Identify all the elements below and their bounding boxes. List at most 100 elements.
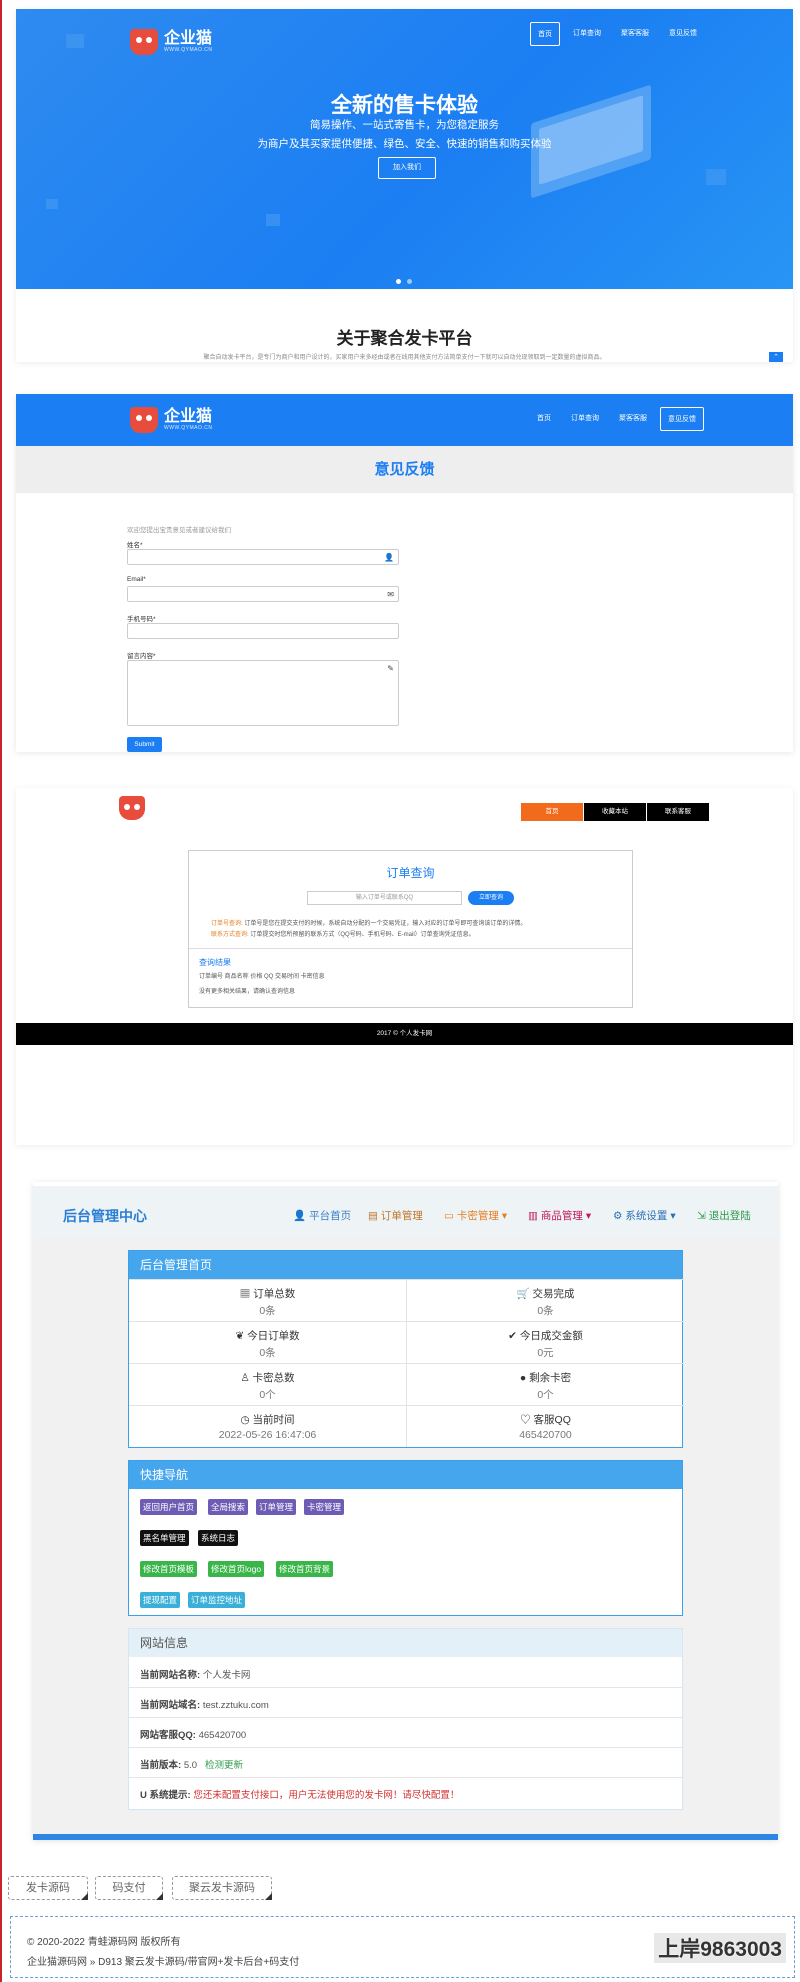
- magnet-icon: U: [140, 1790, 147, 1801]
- stat-value: 465420700: [519, 1429, 572, 1441]
- copyright-text: © 2020-2022 青蛙源码网 版权所有: [27, 1937, 181, 1948]
- message-textarea[interactable]: ✎: [127, 660, 399, 726]
- card-manage-button[interactable]: 卡密管理: [304, 1499, 345, 1515]
- name-field[interactable]: 👤: [127, 549, 399, 565]
- carousel-dots: [396, 279, 412, 284]
- nav-card-manage[interactable]: ▭ 卡密管理 ▾: [444, 1208, 507, 1223]
- global-search-button[interactable]: 全局搜索: [208, 1499, 249, 1515]
- info-label: 网站客服QQ:: [140, 1730, 196, 1741]
- blacklist-manage-button[interactable]: 黑名单管理: [140, 1530, 189, 1546]
- nav-label: 订单管理: [380, 1210, 423, 1222]
- nav-platform-home[interactable]: 👤 平台首页: [293, 1208, 351, 1223]
- nav-label: 商品管理: [540, 1210, 583, 1222]
- nav-system-settings[interactable]: ⚙ 系统设置 ▾: [613, 1208, 676, 1223]
- stat-service-qq: ♡ 客服QQ 465420700: [407, 1405, 684, 1447]
- email-field[interactable]: ✉: [127, 586, 399, 602]
- feedback-header: 企业猫 WWW.QYMAO.CN 首页 订单查询 聚客客服 意见反馈: [16, 394, 793, 446]
- check-update-link[interactable]: 检测更新: [205, 1760, 243, 1771]
- info-label: 当前网站名称:: [140, 1670, 201, 1681]
- note-label: 订单号查询:: [211, 921, 243, 927]
- back-to-user-home-button[interactable]: 返回用户首页: [140, 1499, 198, 1515]
- carousel-dot[interactable]: [396, 279, 401, 284]
- edit-home-background-button[interactable]: 修改首页背景: [276, 1561, 334, 1577]
- page-title: 意见反馈: [374, 461, 435, 478]
- result-columns: 订单编号 商品名称 价格 QQ 交易时间 卡密信息: [199, 974, 325, 980]
- order-monitor-url-button[interactable]: 订单监控地址: [188, 1592, 246, 1608]
- nav-label: 平台首页: [309, 1210, 352, 1222]
- query-button[interactable]: 立即查询: [468, 891, 514, 905]
- site-info-panel: 网站信息 当前网站名称: 个人发卡网 当前网站域名: test.zztuku.c…: [128, 1628, 683, 1810]
- nav-feedback[interactable]: 意见反馈: [662, 22, 704, 46]
- stat-label: 客服QQ: [533, 1414, 571, 1426]
- edit-home-logo-button[interactable]: 修改首页logo: [208, 1561, 265, 1577]
- withdraw-config-button[interactable]: 提现配置: [140, 1592, 181, 1608]
- credit-card-icon: ▭: [444, 1210, 454, 1222]
- heart-icon: ♡: [520, 1414, 531, 1426]
- envelope-icon: ✉: [387, 590, 394, 599]
- cat-logo-icon: [130, 407, 158, 433]
- caret-down-icon: ▾: [667, 1210, 676, 1222]
- stat-label: 订单总数: [253, 1288, 296, 1300]
- note-text: 订单提交时您所预留的联系方式（QQ号码、手机号码、E-mail）订单查询凭证信息…: [250, 932, 475, 938]
- clock-icon: ◷: [240, 1414, 250, 1426]
- order-query-page-card: 首页 收藏本站 联系客服 订单查询 输入订单号或联系QQ 立即查询 订单号查询:…: [16, 788, 793, 1145]
- list-icon: ▤: [368, 1210, 378, 1222]
- check-icon: ✔: [508, 1330, 517, 1342]
- qq-row: 网站客服QQ: 465420700: [140, 1727, 246, 1741]
- feedback-page-card: 企业猫 WWW.QYMAO.CN 首页 订单查询 聚客客服 意见反馈 意见反馈 …: [16, 394, 793, 752]
- order-manage-button[interactable]: 订单管理: [256, 1499, 297, 1515]
- about-text: 聚合自动发卡平台，是专门为商户和用户设计的，买家用户来多经由或者在线用其他支付方…: [203, 355, 606, 361]
- site-logo[interactable]: 企业猫 WWW.QYMAO.CN: [130, 29, 213, 55]
- divider: [189, 948, 632, 949]
- join-us-button[interactable]: 加入我们: [378, 157, 436, 179]
- nav-feedback[interactable]: 意见反馈: [660, 407, 704, 431]
- footer-box: © 2020-2022 青蛙源码网 版权所有 企业猫源码网 » D913 聚云发…: [10, 1916, 795, 1978]
- person-icon: ♙: [240, 1372, 250, 1384]
- order-search-input[interactable]: 输入订单号或联系QQ: [307, 891, 462, 905]
- bookmark-button[interactable]: 收藏本站: [584, 803, 646, 821]
- admin-brand[interactable]: 后台管理中心: [63, 1206, 147, 1226]
- nav-home[interactable]: 首页: [530, 407, 558, 431]
- cat-logo-icon[interactable]: [119, 796, 145, 820]
- nav-order-manage[interactable]: ▤ 订单管理: [368, 1208, 423, 1223]
- nav-order-query[interactable]: 订单查询: [564, 407, 606, 431]
- grid-icon: ▦: [239, 1288, 251, 1300]
- nav-order-query[interactable]: 订单查询: [566, 22, 608, 46]
- nav-label: 系统设置: [625, 1210, 668, 1222]
- nav-service[interactable]: 聚客客服: [614, 22, 656, 46]
- submit-button[interactable]: Submit: [127, 737, 162, 752]
- info-label: 当前网站域名:: [140, 1700, 201, 1711]
- order-query-title: 订单查询: [386, 866, 435, 880]
- nav-home[interactable]: 首页: [530, 22, 560, 46]
- contact-service-button[interactable]: 联系客服: [647, 803, 709, 821]
- tag-card-source[interactable]: 发卡源码: [8, 1876, 88, 1900]
- carousel-dot[interactable]: [407, 279, 412, 284]
- divider: [129, 1747, 682, 1748]
- divider: [129, 1777, 682, 1778]
- tag-juyun-source[interactable]: 聚云发卡源码: [172, 1876, 272, 1900]
- phone-field[interactable]: [127, 623, 399, 639]
- hero-banner: 企业猫 WWW.QYMAO.CN 首页 订单查询 聚客客服 意见反馈 全新的售卡…: [16, 9, 793, 289]
- decor-cube: [46, 199, 58, 209]
- decor-cube: [266, 214, 280, 226]
- top-nav: 首页 订单查询 聚客客服 意见反馈: [530, 22, 704, 46]
- edit-home-template-button[interactable]: 修改首页模板: [140, 1561, 198, 1577]
- logo-subtext: WWW.QYMAO.CN: [164, 47, 213, 53]
- scroll-top-icon[interactable]: ⌃: [769, 352, 783, 362]
- system-tip-row: U 系统提示: 您还未配置支付接口，用户无法使用您的发卡网！请尽快配置！: [140, 1787, 459, 1801]
- logo-subtext: WWW.QYMAO.CN: [164, 425, 213, 431]
- stat-current-time: ◷ 当前时间 2022-05-26 16:47:06: [129, 1405, 406, 1447]
- site-logo[interactable]: 企业猫 WWW.QYMAO.CN: [130, 407, 213, 433]
- stat-label: 今日订单数: [247, 1330, 300, 1342]
- nav-goods-manage[interactable]: ▥ 商品管理 ▾: [528, 1208, 591, 1223]
- order-page-footer: 2017 © 个人发卡网: [16, 1023, 793, 1045]
- feedback-title-band: 意见反馈: [16, 446, 793, 493]
- contact-note: 联系方式查询: 订单提交时您所预留的联系方式（QQ号码、手机号码、E-mail）…: [211, 929, 475, 938]
- tag-code-pay[interactable]: 码支付: [95, 1876, 163, 1900]
- stat-label: 今日成交金额: [519, 1330, 583, 1342]
- system-log-button[interactable]: 系统日志: [198, 1530, 239, 1546]
- nav-home-button[interactable]: 首页: [521, 803, 583, 821]
- decor-cube: [66, 34, 84, 48]
- nav-service[interactable]: 聚客客服: [612, 407, 654, 431]
- nav-logout[interactable]: ⇲ 退出登陆: [697, 1208, 751, 1223]
